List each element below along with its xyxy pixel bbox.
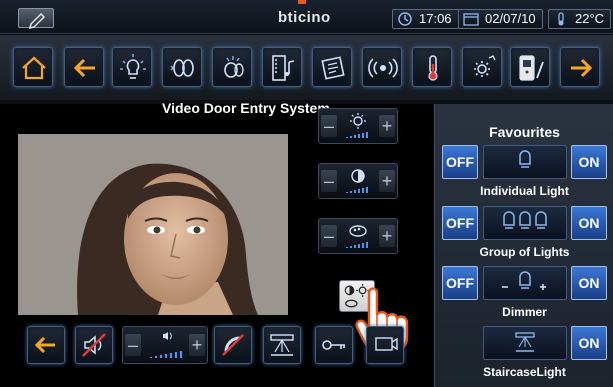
mute-speaker-button[interactable]	[75, 326, 113, 364]
stairs-light-button[interactable]	[263, 326, 301, 364]
hang-up-button[interactable]	[214, 326, 252, 364]
temperature-display: 22°C	[548, 9, 612, 29]
group-lights-off-button[interactable]: OFF	[442, 206, 478, 240]
back-button-bottom[interactable]	[27, 326, 65, 364]
back-arrow-icon	[73, 58, 95, 78]
camera-cycle-button[interactable]	[366, 326, 404, 364]
staircase-light-label: StaircaseLight	[483, 365, 566, 379]
settings-button[interactable]	[462, 47, 502, 87]
contrast-plus-button[interactable]: +	[379, 170, 395, 192]
intercom-icon	[519, 55, 544, 81]
brand-logo: bticino	[278, 9, 331, 26]
forward-arrow-icon	[571, 58, 593, 78]
brand-name: bticino	[278, 9, 331, 26]
thermometer-icon	[428, 55, 438, 81]
staircase-light-on-button[interactable]: ON	[571, 326, 607, 360]
individual-light-on-button[interactable]: ON	[571, 145, 607, 179]
camera-icon	[375, 337, 398, 351]
back-button[interactable]	[64, 47, 104, 87]
memo-icon	[321, 56, 345, 80]
pencil-icon	[28, 12, 46, 30]
staircase-light-icon	[270, 334, 294, 356]
volume-icon	[149, 332, 183, 358]
group-lights-label: Group of Lights	[479, 245, 570, 259]
media-icon	[272, 55, 295, 81]
group-lights-on-button[interactable]: ON	[571, 206, 607, 240]
multi-bulb-icon	[503, 211, 547, 229]
date-value: 02/07/10	[485, 11, 536, 26]
staircase-light-button[interactable]	[483, 326, 567, 360]
favourites-title: Favourites	[489, 124, 560, 140]
brightness-slider[interactable]: – +	[318, 108, 398, 144]
page-title: Video Door Entry System	[162, 100, 330, 116]
scenario-icon	[224, 56, 244, 78]
door-lock-button[interactable]	[315, 326, 353, 364]
contrast-icon	[346, 169, 368, 193]
contrast-slider[interactable]: – +	[318, 163, 398, 199]
volume-plus-button[interactable]: +	[189, 334, 205, 356]
sound-button[interactable]	[362, 47, 402, 87]
automation-button[interactable]	[162, 47, 202, 87]
color-palette-icon	[346, 225, 368, 248]
calendar-icon	[463, 13, 479, 26]
settings-icon	[474, 55, 496, 77]
contrast-minus-button[interactable]: –	[321, 170, 337, 192]
clock-icon	[398, 12, 412, 26]
staircase-light-icon	[515, 332, 535, 352]
camera-feed	[18, 134, 288, 315]
lighting-button[interactable]	[112, 47, 152, 87]
home-icon	[22, 56, 46, 80]
color-slider[interactable]: – +	[318, 218, 398, 254]
individual-light-button[interactable]	[483, 145, 567, 179]
clock-display: 17:06	[392, 9, 459, 29]
time-value: 17:06	[419, 11, 452, 26]
blinds-icon	[170, 59, 194, 77]
dimmer-button[interactable]	[483, 266, 567, 300]
status-bar: bticino 17:06 02/07/10 22°C	[0, 0, 613, 34]
main-toolbar	[0, 35, 613, 102]
scenario-button[interactable]	[212, 47, 252, 87]
home-button[interactable]	[13, 47, 53, 87]
temperature-button[interactable]	[412, 47, 452, 87]
light-bulb-icon	[120, 54, 146, 79]
dimmer-icon	[502, 271, 546, 290]
edit-button[interactable]	[18, 8, 54, 30]
no-call-icon	[222, 334, 244, 356]
media-button[interactable]	[262, 47, 302, 87]
visitor-face-image	[18, 134, 288, 315]
back-arrow-icon	[34, 336, 55, 354]
group-lights-button[interactable]	[483, 206, 567, 240]
temperature-value: 22°C	[575, 11, 605, 26]
radio-icon	[368, 58, 398, 78]
memo-button[interactable]	[312, 47, 352, 87]
color-minus-button[interactable]: –	[321, 225, 337, 247]
dimmer-on-button[interactable]: ON	[571, 266, 607, 300]
individual-light-label: Individual Light	[480, 184, 569, 198]
volume-slider[interactable]: – +	[122, 326, 208, 364]
brightness-plus-button[interactable]: +	[379, 115, 395, 137]
mute-icon	[82, 333, 106, 357]
intercom-button[interactable]	[510, 47, 550, 87]
brightness-icon	[346, 113, 368, 138]
favourites-panel: Favourites OFF ON Individual Light OFF O…	[434, 104, 613, 387]
dimmer-off-button[interactable]: OFF	[442, 266, 478, 300]
date-display: 02/07/10	[458, 9, 543, 29]
key-icon	[322, 340, 345, 350]
forward-button[interactable]	[560, 47, 600, 87]
volume-minus-button[interactable]: –	[125, 334, 141, 356]
color-plus-button[interactable]: +	[379, 225, 395, 247]
thermometer-small-icon	[558, 12, 564, 26]
dimmer-label: Dimmer	[502, 305, 547, 319]
single-bulb-icon	[519, 150, 531, 168]
brand-marker	[298, 0, 306, 4]
brightness-minus-button[interactable]: –	[321, 115, 337, 137]
individual-light-off-button[interactable]: OFF	[442, 145, 478, 179]
